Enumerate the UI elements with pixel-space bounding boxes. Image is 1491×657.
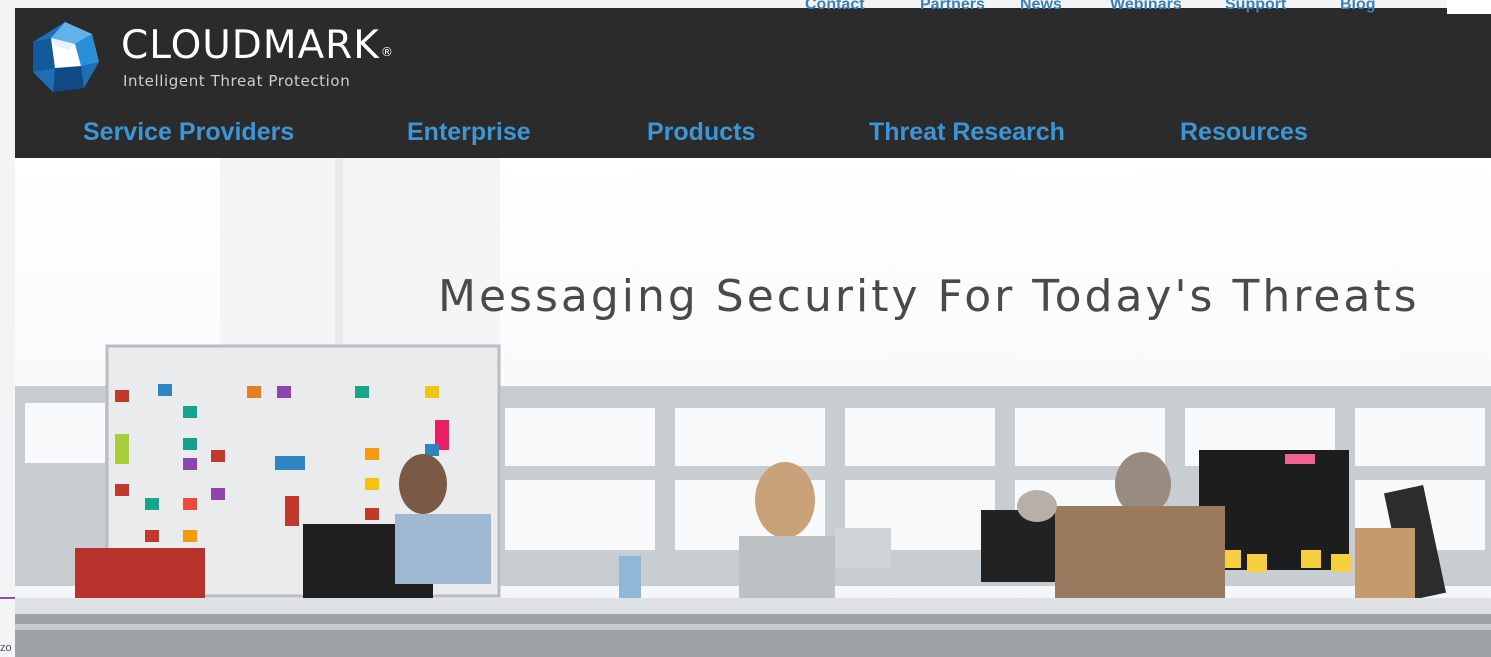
- logo-tagline: Intelligent Threat Protection: [123, 72, 351, 90]
- nav-item-threat-research[interactable]: Threat Research: [869, 118, 1065, 147]
- utility-link-news[interactable]: News: [1020, 0, 1062, 14]
- search-input[interactable]: [1447, 0, 1491, 14]
- logo-wordmark: CLOUDMARK®: [121, 23, 394, 68]
- main-nav: Service Providers Enterprise Products Th…: [15, 112, 1491, 158]
- nav-item-enterprise[interactable]: Enterprise: [407, 118, 531, 147]
- utility-link-webinars[interactable]: Webinars: [1110, 0, 1182, 14]
- cloudmark-gem-icon: [33, 22, 99, 92]
- hero-banner: Messaging Security For Today's Threats: [15, 158, 1491, 657]
- edge-accent-line: [0, 597, 15, 599]
- nav-item-resources[interactable]: Resources: [1180, 118, 1308, 147]
- office-photo: [15, 158, 1491, 657]
- page-left-margin: [0, 0, 15, 657]
- cloudmark-logo[interactable]: CLOUDMARK® Intelligent Threat Protection: [29, 16, 409, 96]
- nav-item-products[interactable]: Products: [647, 118, 755, 147]
- utility-nav: Contact Partners News Webinars Support B…: [795, 0, 1415, 16]
- utility-link-contact[interactable]: Contact: [805, 0, 865, 14]
- utility-link-blog[interactable]: Blog: [1340, 0, 1376, 14]
- utility-link-support[interactable]: Support: [1225, 0, 1286, 14]
- hero-headline: Messaging Security For Today's Threats: [438, 271, 1420, 323]
- site-header: Contact Partners News Webinars Support B…: [15, 0, 1491, 158]
- utility-link-partners[interactable]: Partners: [920, 0, 985, 14]
- edge-text-fragment: zo: [0, 642, 12, 654]
- nav-item-service-providers[interactable]: Service Providers: [83, 118, 294, 147]
